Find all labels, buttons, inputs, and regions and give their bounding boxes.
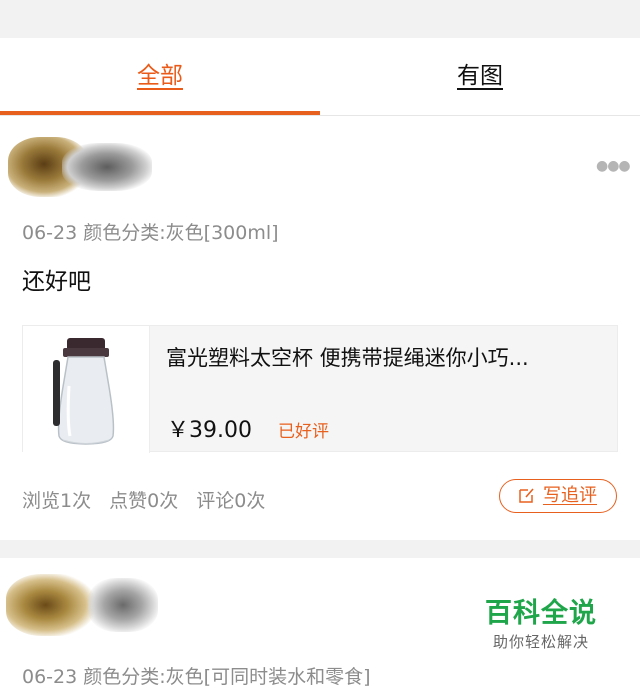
comment-count: 评论0次 (196, 490, 266, 512)
site-watermark: 百科全说 助你轻松解决 (466, 596, 616, 666)
more-options-icon[interactable]: ●●● (596, 156, 631, 176)
like-count: 点赞0次 (109, 490, 179, 512)
review-meta: 06-23 颜色分类:灰色[300ml] (22, 222, 279, 244)
watermark-title: 百科全说 (485, 598, 597, 629)
review-meta: 06-23 颜色分类:灰色[可同时装水和零食] (22, 666, 371, 688)
rating-status-badge: 已好评 (278, 422, 329, 442)
product-name: 富光塑料太空杯 便携带提绳迷你小巧... (166, 346, 529, 370)
review-content: 还好吧 (22, 269, 91, 295)
view-count: 浏览1次 (22, 490, 92, 512)
top-gap (0, 0, 640, 38)
redacted-username (62, 143, 152, 191)
write-followup-label: 写追评 (543, 485, 597, 506)
tab-all[interactable]: 全部 (0, 38, 320, 115)
review-filter-tabs: 全部 有图 (0, 38, 640, 116)
water-bottle-icon (53, 338, 115, 445)
edit-icon (519, 488, 534, 503)
tab-with-images[interactable]: 有图 (320, 38, 640, 115)
product-thumbnail (23, 326, 150, 453)
card-divider (0, 540, 640, 558)
product-price: ￥39.00 (167, 418, 252, 443)
product-card[interactable]: 富光塑料太空杯 便携带提绳迷你小巧... ￥39.00 已好评 (22, 325, 618, 453)
write-followup-button[interactable]: 写追评 (499, 479, 617, 513)
watermark-subtitle: 助你轻松解决 (492, 633, 589, 651)
review-stats: 浏览1次 点赞0次 评论0次 (22, 486, 277, 513)
redacted-username (88, 578, 158, 632)
redacted-avatar (6, 574, 94, 636)
